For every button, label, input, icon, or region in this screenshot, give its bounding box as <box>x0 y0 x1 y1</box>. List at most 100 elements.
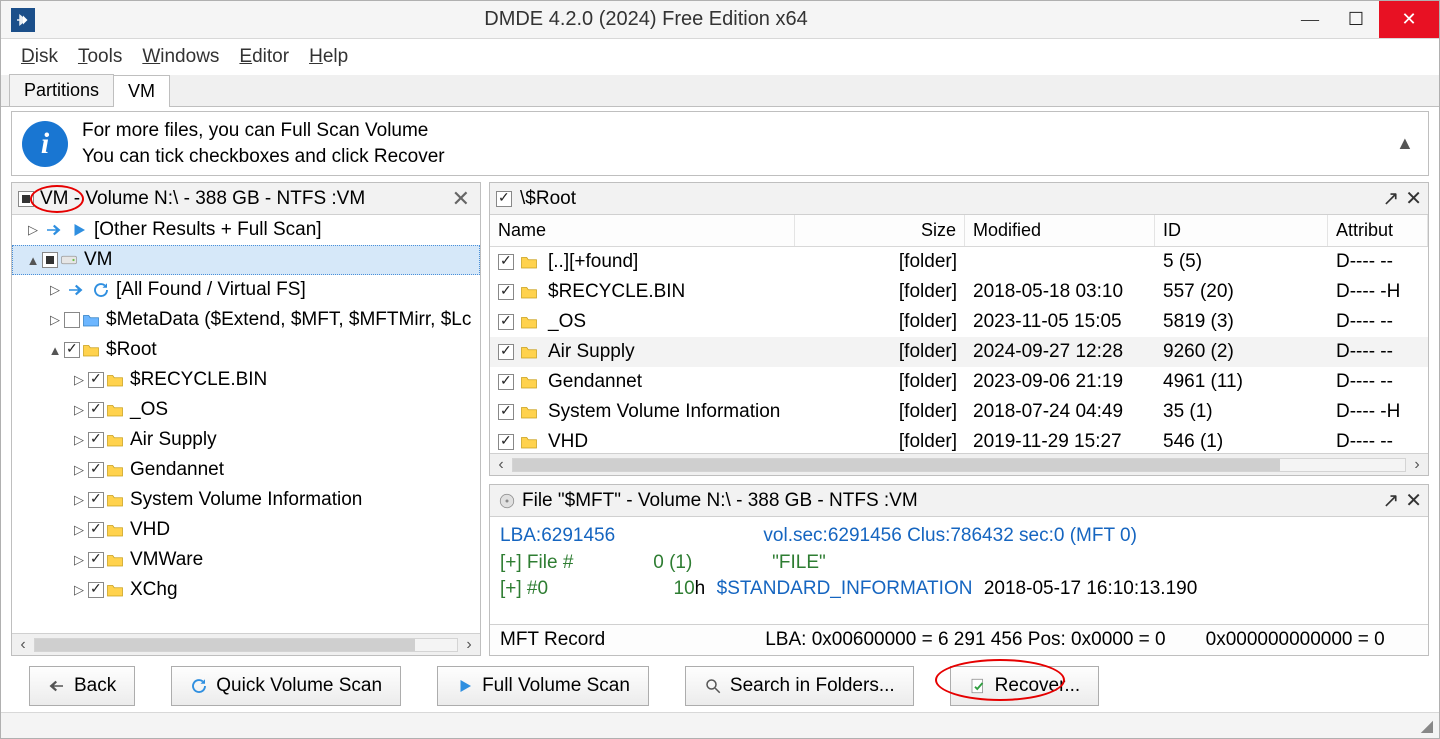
col-name[interactable]: Name <box>490 215 795 246</box>
title-bar: DMDE 4.2.0 (2024) Free Edition x64 — ☐ ✕ <box>1 1 1439 39</box>
full-scan-button[interactable]: Full Volume Scan <box>437 666 649 706</box>
tree-item-os[interactable]: ▷ _OS <box>12 395 480 425</box>
tree-item-vhd[interactable]: ▷ VHD <box>12 515 480 545</box>
tree-close-button[interactable]: ✕ <box>448 186 474 212</box>
table-row[interactable]: Gendannet[folder]2023-09-06 21:194961 (1… <box>490 367 1428 397</box>
row-checkbox[interactable] <box>498 434 514 450</box>
table-row[interactable]: System Volume Information[folder]2018-07… <box>490 397 1428 427</box>
tree-header-checkbox[interactable] <box>18 191 34 207</box>
tree-item-metadata[interactable]: ▷ $MetaData ($Extend, $MFT, $MFTMirr, $L… <box>12 305 480 335</box>
minimize-button[interactable]: — <box>1287 1 1333 38</box>
info-collapse-button[interactable]: ▲ <box>1396 133 1418 154</box>
menu-help[interactable]: Help <box>299 40 358 74</box>
checkbox-icon[interactable] <box>88 522 104 538</box>
menu-windows[interactable]: Windows <box>132 40 229 74</box>
row-checkbox[interactable] <box>498 314 514 330</box>
play-icon <box>68 221 90 239</box>
row-checkbox[interactable] <box>498 254 514 270</box>
status-bar: ◢ <box>1 712 1439 738</box>
info-icon: i <box>22 121 68 167</box>
checkbox-icon[interactable] <box>88 552 104 568</box>
menu-editor[interactable]: Editor <box>229 40 299 74</box>
file-id: 546 (1) <box>1155 431 1328 453</box>
table-row[interactable]: Air Supply[folder]2024-09-27 12:289260 (… <box>490 337 1428 367</box>
checkbox-icon[interactable] <box>88 462 104 478</box>
arrow-icon <box>42 221 64 239</box>
folder-icon <box>518 283 540 301</box>
back-button[interactable]: Back <box>29 666 135 706</box>
file-modified: 2024-09-27 12:28 <box>965 341 1155 363</box>
status-offset: 0x000000000000 = 0 <box>1206 629 1385 651</box>
folder-icon <box>518 313 540 331</box>
file-id: 5819 (3) <box>1155 311 1328 333</box>
file-id: 557 (20) <box>1155 281 1328 303</box>
folder-icon <box>518 433 540 451</box>
grid-body[interactable]: [..][+found][folder]5 (5)D---- --$RECYCL… <box>490 247 1428 453</box>
table-row[interactable]: VHD[folder]2019-11-29 15:27546 (1)D---- … <box>490 427 1428 453</box>
file-name: Gendannet <box>548 371 642 393</box>
tree-item-vmware[interactable]: ▷ VMWare <box>12 545 480 575</box>
table-row[interactable]: [..][+found][folder]5 (5)D---- -- <box>490 247 1428 277</box>
menu-disk[interactable]: Disk <box>11 40 68 74</box>
recover-button[interactable]: Recover... <box>950 666 1100 706</box>
checkbox-icon[interactable] <box>42 252 58 268</box>
folder-icon <box>104 551 126 569</box>
maximize-button[interactable]: ☐ <box>1333 1 1379 38</box>
file-size: [folder] <box>795 311 965 333</box>
col-id[interactable]: ID <box>1155 215 1328 246</box>
popout-button[interactable]: ↗ <box>1382 488 1399 513</box>
col-size[interactable]: Size <box>795 215 965 246</box>
pane-close-button[interactable]: ✕ <box>1405 488 1422 513</box>
tree-item-vm[interactable]: ▲ VM <box>12 245 480 275</box>
checkbox-icon[interactable] <box>88 432 104 448</box>
col-attributes[interactable]: Attribut <box>1328 215 1428 246</box>
popout-button[interactable]: ↗ <box>1382 186 1399 211</box>
file-size: [folder] <box>795 281 965 303</box>
checkbox-icon[interactable] <box>88 582 104 598</box>
tree-item-all-found[interactable]: ▷ [All Found / Virtual FS] <box>12 275 480 305</box>
menu-tools[interactable]: Tools <box>68 40 132 74</box>
tree-item-root[interactable]: ▲ $Root <box>12 335 480 365</box>
detail-body[interactable]: LBA:6291456 vol.sec:6291456 Clus:786432 … <box>490 517 1428 624</box>
row-checkbox[interactable] <box>498 344 514 360</box>
search-folders-button[interactable]: Search in Folders... <box>685 666 914 706</box>
file-modified: 2019-11-29 15:27 <box>965 431 1155 453</box>
resize-grip-icon[interactable]: ◢ <box>1421 716 1433 736</box>
file-attr: D---- -- <box>1328 371 1428 393</box>
checkbox-icon[interactable] <box>64 312 80 328</box>
folder-icon <box>104 371 126 389</box>
tree-hscroll[interactable]: ‹ › <box>12 633 480 655</box>
file-attr: D---- -- <box>1328 341 1428 363</box>
tab-vm[interactable]: VM <box>113 75 170 107</box>
file-name: VHD <box>548 431 588 453</box>
tree-view[interactable]: ▷ [Other Results + Full Scan] ▲ VM ▷ <box>12 215 480 633</box>
tree-item-xchg[interactable]: ▷ XChg <box>12 575 480 605</box>
tree-item-recycle[interactable]: ▷ $RECYCLE.BIN <box>12 365 480 395</box>
grid-header[interactable]: Name Size Modified ID Attribut <box>490 215 1428 247</box>
select-all-checkbox[interactable] <box>496 191 512 207</box>
file-id: 5 (5) <box>1155 251 1328 273</box>
checkbox-icon[interactable] <box>88 492 104 508</box>
tree-item-other-results[interactable]: ▷ [Other Results + Full Scan] <box>12 215 480 245</box>
tab-partitions[interactable]: Partitions <box>9 74 114 106</box>
file-id: 35 (1) <box>1155 401 1328 423</box>
table-row[interactable]: _OS[folder]2023-11-05 15:055819 (3)D----… <box>490 307 1428 337</box>
row-checkbox[interactable] <box>498 284 514 300</box>
tree-item-svi[interactable]: ▷ System Volume Information <box>12 485 480 515</box>
col-modified[interactable]: Modified <box>965 215 1155 246</box>
checkbox-icon[interactable] <box>88 372 104 388</box>
tree-item-airsupply[interactable]: ▷ Air Supply <box>12 425 480 455</box>
list-hscroll[interactable]: ‹ › <box>490 453 1428 475</box>
tree-item-gendannet[interactable]: ▷ Gendannet <box>12 455 480 485</box>
file-name: [..][+found] <box>548 251 638 273</box>
checkbox-icon[interactable] <box>64 342 80 358</box>
table-row[interactable]: $RECYCLE.BIN[folder]2018-05-18 03:10557 … <box>490 277 1428 307</box>
file-name: $RECYCLE.BIN <box>548 281 685 303</box>
quick-scan-button[interactable]: Quick Volume Scan <box>171 666 401 706</box>
file-attr: D---- -- <box>1328 311 1428 333</box>
pane-close-button[interactable]: ✕ <box>1405 186 1422 211</box>
close-button[interactable]: ✕ <box>1379 1 1439 38</box>
row-checkbox[interactable] <box>498 374 514 390</box>
checkbox-icon[interactable] <box>88 402 104 418</box>
row-checkbox[interactable] <box>498 404 514 420</box>
